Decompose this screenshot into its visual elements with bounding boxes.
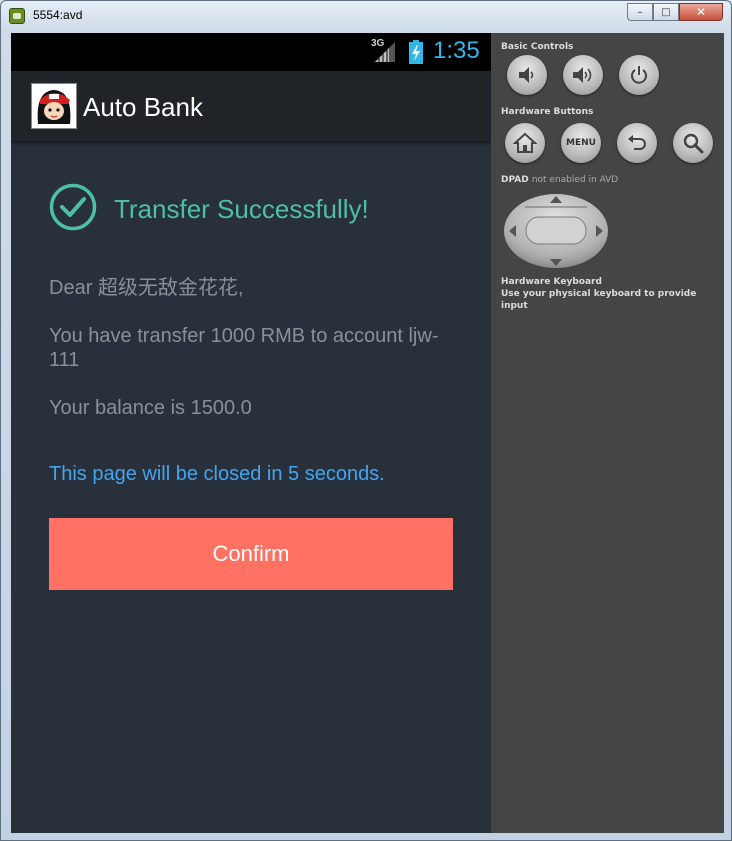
maximize-button[interactable]: □	[653, 3, 679, 21]
emulator-app-icon	[9, 8, 25, 24]
search-icon	[683, 133, 704, 154]
dpad-note: not enabled in AVD	[531, 175, 619, 185]
dpad-label-text: DPAD	[501, 175, 529, 185]
volume-up-icon	[573, 67, 592, 83]
transfer-message: You have transfer 1000 RMB to account lj…	[49, 325, 439, 371]
hardware-buttons-label: Hardware Buttons	[501, 107, 594, 117]
keyboard-label: Hardware Keyboard	[501, 277, 602, 287]
home-icon	[513, 132, 537, 153]
menu-button-label: MENU	[566, 138, 596, 148]
back-button[interactable]	[617, 123, 657, 163]
phone-screen: 3G 1:35 Auto Bank Transfer Successfully!…	[11, 33, 491, 833]
volume-down-button[interactable]	[507, 55, 547, 95]
power-button[interactable]	[619, 55, 659, 95]
dpad-label: DPAD not enabled in AVD	[501, 175, 618, 185]
window-title: 5554:avd	[33, 8, 83, 22]
keyboard-info: Hardware Keyboard Use your physical keyb…	[501, 276, 724, 312]
keyboard-note: Use your physical keyboard to provide in…	[501, 289, 697, 311]
home-button[interactable]	[505, 123, 545, 163]
emulator-controls-panel: Basic Controls Hardware Buttons MENU DPA…	[491, 33, 724, 833]
menu-button[interactable]: MENU	[561, 123, 601, 163]
battery-charging-icon	[409, 40, 423, 64]
greeting-text: Dear 超级无敌金花花,	[49, 277, 244, 299]
emulator-window: 5554:avd – □ ✕ 3G 1:35 Auto Bank Transfe…	[0, 0, 732, 841]
success-title: Transfer Successfully!	[114, 194, 369, 224]
close-button[interactable]: ✕	[679, 3, 723, 21]
volume-up-button[interactable]	[563, 55, 603, 95]
app-avatar-icon[interactable]	[31, 83, 77, 129]
signal-icon	[375, 42, 395, 62]
check-circle-icon	[49, 183, 97, 231]
basic-controls-label: Basic Controls	[501, 42, 574, 52]
minimize-button[interactable]: –	[627, 3, 653, 21]
balance-message: Your balance is 1500.0	[49, 397, 252, 419]
power-icon	[631, 66, 647, 84]
dpad-control[interactable]	[503, 193, 609, 269]
search-button[interactable]	[673, 123, 713, 163]
volume-down-icon	[519, 67, 534, 83]
back-icon	[628, 135, 646, 150]
countdown-message: This page will be closed in 5 seconds.	[49, 463, 385, 485]
status-clock: 1:35	[433, 37, 480, 64]
action-bar: Auto Bank	[11, 71, 491, 141]
status-bar: 3G 1:35	[11, 33, 491, 71]
app-title: Auto Bank	[83, 92, 203, 122]
avatar-illustration	[32, 84, 76, 128]
window-titlebar[interactable]: 5554:avd – □ ✕	[1, 1, 731, 31]
window-controls: – □ ✕	[627, 3, 723, 23]
confirm-button[interactable]: Confirm	[49, 518, 453, 590]
